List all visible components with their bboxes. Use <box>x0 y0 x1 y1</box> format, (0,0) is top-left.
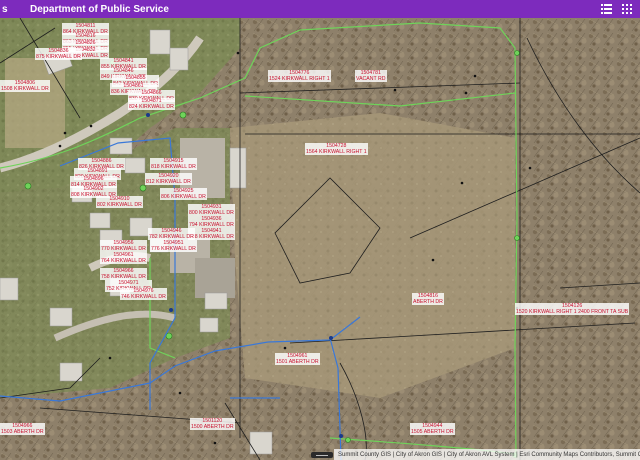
parcel-label[interactable]: 1504836 875 KIRKWALL DR <box>35 48 82 60</box>
parcel-label[interactable]: 1504951 776 KIRKWALL DR <box>150 240 197 252</box>
panel-grip-handle[interactable] <box>311 452 333 458</box>
parcel-label[interactable]: 1504976 746 KIRKWALL DR <box>120 288 167 300</box>
parcel-label[interactable]: 1504946 782 KIRKWALL DR <box>148 228 195 240</box>
parcel-label[interactable]: 1504728 1564 KIRKWALL RIGHT 1 <box>305 143 368 155</box>
parcel-label[interactable]: 1504816 ABERTH DR <box>412 293 444 305</box>
parcel-label[interactable]: 1504806 1508 KIRKWALL DR <box>0 80 50 92</box>
parcel-label[interactable]: 1504936 794 KIRKWALL DR <box>188 216 235 228</box>
grid-icon[interactable] <box>622 4 632 14</box>
aerial-basemap <box>0 18 640 460</box>
parcel-label[interactable]: 1504915 818 KIRKWALL DR <box>150 158 197 170</box>
parcel-label[interactable]: 1504931 800 KIRKWALL DR <box>188 204 235 216</box>
parcel-label[interactable]: 1504920 812 KIRKWALL DR <box>145 173 192 185</box>
parcel-label[interactable]: 1504961 1501 ABERTH DR <box>275 353 320 365</box>
parcel-label[interactable]: 1504944 1505 ABERTH DR <box>410 423 455 435</box>
parcel-label[interactable]: 1504966 1503 ABERTH DR <box>0 423 45 435</box>
parcel-label[interactable]: 1501120 1500 ABERTH DR <box>190 418 235 430</box>
app-header: s Department of Public Service <box>0 0 640 18</box>
parcel-label[interactable]: 1504956 770 KIRKWALL DR <box>100 240 147 252</box>
parcel-label[interactable]: 1504910 802 KIRKWALL DR <box>96 196 143 208</box>
list-icon[interactable] <box>601 4 612 14</box>
parcel-label[interactable]: 1504961 764 KIRKWALL DR <box>100 252 147 264</box>
parcel-label[interactable]: 1504871 824 KIRKWALL DR <box>128 98 175 110</box>
map-view[interactable]: 1504806 1508 KIRKWALL DR 1504811 864 KIRK… <box>0 18 640 460</box>
page-title: Department of Public Service <box>30 3 169 15</box>
map-attribution: Summit County GIS | City of Akron GIS | … <box>334 449 640 460</box>
parcel-label[interactable]: 1504776 1524 KIRKWALL RIGHT 1 <box>268 70 331 82</box>
parcel-label[interactable]: 1504941 788 KIRKWALL DR <box>188 228 235 240</box>
back-link[interactable]: s <box>2 4 26 15</box>
parcel-label[interactable]: 1504126 1520 KIRKWALL RIGHT 1 2400 FRONT… <box>515 303 630 315</box>
parcel-label[interactable]: 1504781 VACANT RD <box>355 70 387 82</box>
parcel-label[interactable]: 1504966 758 KIRKWALL DR <box>100 268 147 280</box>
parcel-label[interactable]: 1504925 806 KIRKWALL DR <box>160 188 207 200</box>
